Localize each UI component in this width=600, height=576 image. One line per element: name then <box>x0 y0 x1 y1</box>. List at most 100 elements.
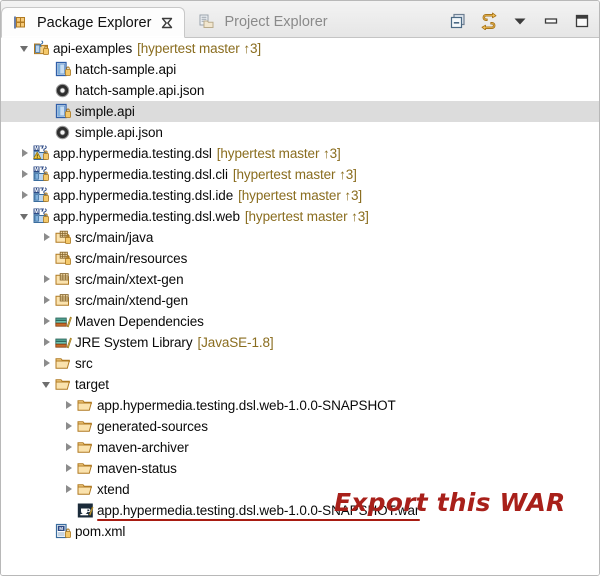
twisty-collapsed-icon[interactable] <box>19 168 32 181</box>
json-file-icon <box>55 82 72 99</box>
tree-row[interactable]: api-examples [hypertest master ↑3] <box>1 38 599 59</box>
package-explorer-icon <box>11 14 28 31</box>
folder-icon <box>55 355 72 372</box>
view-menu-icon[interactable] <box>511 12 529 30</box>
tree-row-label: simple.api <box>75 104 135 119</box>
twisty-expanded-icon[interactable] <box>19 42 32 55</box>
tree-row-label: Maven Dependencies <box>75 314 204 329</box>
twisty-collapsed-icon[interactable] <box>19 147 32 160</box>
project-explorer-icon <box>198 13 215 30</box>
tree-row-label: JRE System Library <box>75 335 193 350</box>
json-file-icon <box>55 124 72 141</box>
folder-icon <box>77 439 94 456</box>
tree-row[interactable]: src/main/xtext-gen <box>1 269 599 290</box>
source-folder-plain-icon <box>55 292 72 309</box>
twisty-placeholder <box>41 126 54 139</box>
tree-row[interactable]: simple.api.json <box>1 122 599 143</box>
tree-row-label: generated-sources <box>97 419 208 434</box>
api-file-icon <box>55 103 72 120</box>
tree-row-label: xtend <box>97 482 130 497</box>
twisty-collapsed-icon[interactable] <box>63 441 76 454</box>
tab-label: Package Explorer <box>37 14 152 31</box>
maven-project-icon: M <box>33 208 50 225</box>
tree-row-meta: [hypertest master ↑3] <box>232 167 357 182</box>
twisty-collapsed-icon[interactable] <box>41 231 54 244</box>
tree-row[interactable]: maven-archiver <box>1 437 599 458</box>
tree-row-label: app.hypermedia.testing.dsl.web <box>53 209 240 224</box>
maven-project-icon: M <box>33 187 50 204</box>
tree-row-meta: [hypertest master ↑3] <box>244 209 369 224</box>
tree-row[interactable]: M pom.xml <box>1 521 599 542</box>
close-icon[interactable] <box>160 16 174 30</box>
maven-project-warning-icon: M <box>33 145 50 162</box>
tree-row[interactable]: src/main/resources <box>1 248 599 269</box>
twisty-collapsed-icon[interactable] <box>41 336 54 349</box>
tree-row[interactable]: src/main/java <box>1 227 599 248</box>
twisty-collapsed-icon[interactable] <box>41 315 54 328</box>
tab-project-explorer[interactable]: Project Explorer <box>189 6 337 37</box>
tree-row-label: hatch-sample.api.json <box>75 83 205 98</box>
source-folder-plain-icon <box>55 271 72 288</box>
folder-icon <box>77 397 94 414</box>
twisty-placeholder <box>63 504 76 517</box>
tree-row-label: src/main/resources <box>75 251 188 266</box>
tree-row-meta: [JavaSE-1.8] <box>197 335 274 350</box>
twisty-expanded-icon[interactable] <box>19 210 32 223</box>
tree-row-label: maven-status <box>97 461 177 476</box>
tree-row[interactable]: src/main/xtend-gen <box>1 290 599 311</box>
tree-row[interactable]: M app.hypermedia.testing.dsl.cli [hyperte… <box>1 164 599 185</box>
tree-row-label: src/main/xtext-gen <box>75 272 184 287</box>
tree-row[interactable]: target <box>1 374 599 395</box>
twisty-collapsed-icon[interactable] <box>63 399 76 412</box>
twisty-placeholder <box>41 84 54 97</box>
package-explorer-window: Package Explorer Project Explorer api-ex… <box>0 0 600 576</box>
maximize-icon[interactable] <box>573 12 591 30</box>
twisty-collapsed-icon[interactable] <box>41 273 54 286</box>
twisty-placeholder <box>41 63 54 76</box>
twisty-placeholder <box>41 105 54 118</box>
tree-row[interactable]: src <box>1 353 599 374</box>
twisty-placeholder <box>41 525 54 538</box>
twisty-collapsed-icon[interactable] <box>63 462 76 475</box>
twisty-collapsed-icon[interactable] <box>63 483 76 496</box>
twisty-expanded-icon[interactable] <box>41 378 54 391</box>
link-with-editor-icon[interactable] <box>480 12 498 30</box>
tree-row-label: pom.xml <box>75 524 126 539</box>
tree-row[interactable]: M app.hypermedia.testing.dsl [hypertest m… <box>1 143 599 164</box>
tree-row[interactable]: M app.hypermedia.testing.dsl.web [hyperte… <box>1 206 599 227</box>
svg-text:M: M <box>34 209 39 215</box>
twisty-collapsed-icon[interactable] <box>41 357 54 370</box>
twisty-collapsed-icon[interactable] <box>63 420 76 433</box>
tree-row[interactable]: hatch-sample.api <box>1 59 599 80</box>
minimize-icon[interactable] <box>542 12 560 30</box>
tree-row[interactable]: generated-sources <box>1 416 599 437</box>
maven-project-icon: M <box>33 166 50 183</box>
twisty-collapsed-icon[interactable] <box>41 294 54 307</box>
twisty-collapsed-icon[interactable] <box>19 189 32 202</box>
library-icon <box>55 313 72 330</box>
api-file-icon <box>55 61 72 78</box>
tree-row-label: src/main/java <box>75 230 154 245</box>
folder-icon <box>77 460 94 477</box>
tree-row[interactable]: simple.api <box>1 101 599 122</box>
tab-package-explorer[interactable]: Package Explorer <box>1 7 186 38</box>
svg-text:M: M <box>34 146 39 152</box>
tree-row-label: app.hypermedia.testing.dsl <box>53 146 212 161</box>
view-toolbar <box>449 12 591 30</box>
tree-row[interactable]: JRE System Library [JavaSE-1.8] <box>1 332 599 353</box>
tree-row[interactable]: hatch-sample.api.json <box>1 80 599 101</box>
tree-row-label: app.hypermedia.testing.dsl.web-1.0.0-SNA… <box>97 398 396 413</box>
tree-row[interactable]: Maven Dependencies <box>1 311 599 332</box>
tree-row-label: app.hypermedia.testing.dsl.ide <box>53 188 234 203</box>
tree-row[interactable]: app.hypermedia.testing.dsl.web-1.0.0-SNA… <box>1 395 599 416</box>
tree-row[interactable]: M app.hypermedia.testing.dsl.ide [hyperte… <box>1 185 599 206</box>
source-folder-icon <box>55 250 72 267</box>
tree-row[interactable]: maven-status <box>1 458 599 479</box>
svg-text:M: M <box>59 526 63 531</box>
svg-text:M: M <box>34 188 39 194</box>
svg-text:M: M <box>34 167 39 173</box>
collapse-all-icon[interactable] <box>449 12 467 30</box>
source-folder-icon <box>55 229 72 246</box>
library-icon <box>55 334 72 351</box>
annotation-export-this-war: Export this WAR <box>334 488 566 517</box>
